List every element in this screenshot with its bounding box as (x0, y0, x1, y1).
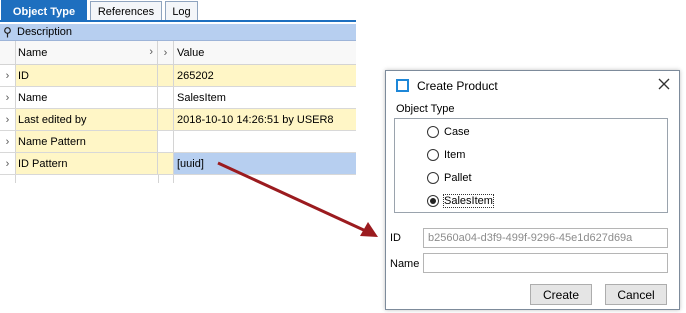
cancel-button[interactable]: Cancel (605, 284, 667, 305)
radio-label: Case (444, 126, 470, 138)
radio-option-item[interactable]: Item (427, 146, 465, 164)
radio-option-case[interactable]: Case (427, 123, 470, 141)
name-field[interactable] (423, 253, 668, 273)
id-field[interactable]: b2560a04-d3f9-499f-9296-45e1d627d69a (423, 228, 668, 248)
dialog-content: Object Type Case Item Pallet SalesItem I… (0, 0, 686, 313)
create-button[interactable]: Create (530, 284, 592, 305)
radio-button[interactable] (427, 149, 439, 161)
name-label: Name (390, 258, 420, 270)
radio-option-salesitem[interactable]: SalesItem (427, 192, 494, 210)
radio-label: SalesItem (443, 194, 494, 208)
id-label: ID (390, 232, 401, 244)
radio-button-selected[interactable] (427, 195, 439, 207)
object-type-group-label: Object Type (396, 103, 455, 115)
radio-label: Pallet (444, 172, 472, 184)
radio-button[interactable] (427, 172, 439, 184)
radio-button[interactable] (427, 126, 439, 138)
radio-label: Item (444, 149, 466, 161)
radio-option-pallet[interactable]: Pallet (427, 169, 472, 187)
object-type-group: Case Item Pallet SalesItem (394, 118, 668, 213)
